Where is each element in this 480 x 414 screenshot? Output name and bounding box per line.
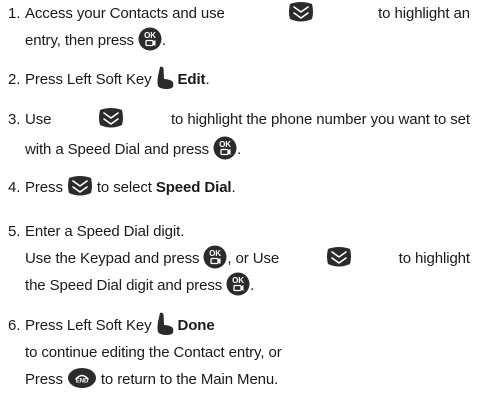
step-1-text-a: Access your Contacts and use <box>25 5 225 22</box>
step-3-period: . <box>237 141 242 158</box>
step-4-speed-dial-label: Speed Dial <box>155 179 232 196</box>
step-6-text-d: to return to the Main Menu. <box>100 371 279 388</box>
step-number: 5. <box>8 223 21 240</box>
step-5-text-d: to highlight <box>398 250 470 267</box>
end-key-icon: END <box>67 367 97 389</box>
step-3-text-a: Use <box>25 111 52 128</box>
ok-glyph: OK <box>209 249 221 258</box>
step-3: 3. Use to highlight the phone number you… <box>8 106 476 163</box>
left-soft-key-icon <box>156 312 174 336</box>
step-3-text-b: to highlight the phone number you want t… <box>170 111 470 128</box>
step-6-text-b: to continue editing the Contact entry, o… <box>25 344 282 361</box>
ok-glyph: OK <box>219 140 231 149</box>
end-glyph: END <box>76 379 89 385</box>
left-soft-key-icon <box>156 66 174 90</box>
ok-key-icon: OK <box>203 245 227 269</box>
step-4-text-a: Press <box>25 179 63 196</box>
step-6-done-label: Done <box>177 317 215 334</box>
step-2: 2. Press Left Soft Key Edit. <box>8 66 476 93</box>
step-5-text-a: Enter a Speed Dial digit. <box>25 223 185 240</box>
step-5-text-e: the Speed Dial digit and press <box>25 277 223 294</box>
navigation-key-icon <box>98 106 124 130</box>
step-5: 5. Enter a Speed Dial digit. Use the Key… <box>8 218 476 299</box>
instruction-page: 1. Access your Contacts and use to highl… <box>0 0 480 414</box>
step-number: 4. <box>8 179 21 196</box>
ok-glyph: OK <box>144 31 156 40</box>
step-1-text-b: to highlight an <box>378 5 470 22</box>
ok-key-icon: OK <box>213 136 237 160</box>
step-3-text-c: with a Speed Dial and press <box>25 141 210 158</box>
step-number: 6. <box>8 317 21 334</box>
step-6-text-a: Press Left Soft Key <box>25 317 152 334</box>
step-2-period: . <box>205 71 210 88</box>
step-number: 1. <box>8 5 21 22</box>
ok-key-icon: OK <box>138 27 162 51</box>
step-6: 6. Press Left Soft Key Done to continue e… <box>8 312 476 393</box>
step-number: 3. <box>8 111 21 128</box>
ok-glyph: OK <box>232 276 244 285</box>
step-4: 4. Press to select Speed Dial. <box>8 174 476 201</box>
step-2-edit-label: Edit <box>177 71 206 88</box>
step-number: 2. <box>8 71 21 88</box>
step-2-text: Press Left Soft Key <box>25 71 152 88</box>
step-4-period: . <box>231 179 236 196</box>
navigation-key-icon <box>288 0 314 24</box>
step-4-text-b: to select <box>96 179 152 196</box>
step-1-text-c: entry, then press <box>25 32 134 49</box>
navigation-key-icon <box>67 174 93 198</box>
step-1-period: . <box>161 32 166 49</box>
step-1: 1. Access your Contacts and use to highl… <box>8 0 476 54</box>
step-6-text-c: Press <box>25 371 63 388</box>
step-5-period: . <box>250 277 255 294</box>
step-5-text-c: , or Use <box>227 250 280 267</box>
ok-key-icon: OK <box>226 272 250 296</box>
step-5-text-b: Use the Keypad and press <box>25 250 200 267</box>
navigation-key-icon <box>326 245 352 269</box>
